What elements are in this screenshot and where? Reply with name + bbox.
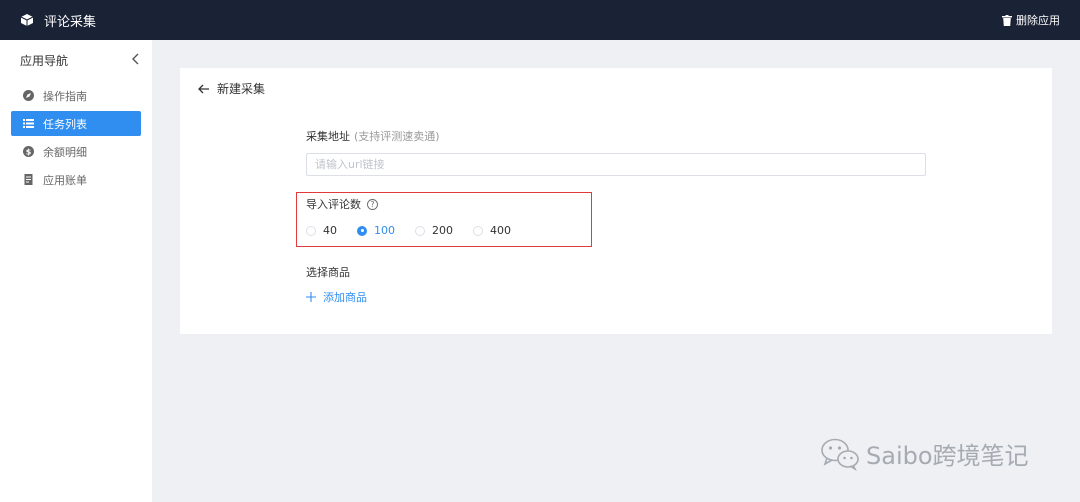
collection-form: 采集地址 (支持评测速卖通) 导入评论数 ? 40 100: [296, 128, 926, 304]
help-icon[interactable]: ?: [367, 198, 378, 210]
url-input[interactable]: [306, 153, 926, 176]
top-bar: 评论采集 删除应用: [0, 0, 1080, 40]
review-count-label-text: 导入评论数: [306, 198, 361, 211]
arrow-left-icon: [198, 84, 209, 93]
page-title: 新建采集: [217, 82, 266, 96]
wechat-icon: [821, 438, 859, 471]
sidebar-item-label: 余额明细: [43, 145, 87, 159]
radio-label: 200: [432, 224, 453, 237]
sidebar-item-guide[interactable]: 操作指南: [11, 83, 141, 108]
list-icon: [23, 118, 34, 129]
add-product-button[interactable]: 添加商品: [306, 289, 367, 305]
sidebar-heading-label: 应用导航: [20, 53, 69, 68]
radio-circle[interactable]: [306, 225, 316, 236]
dollar-icon: $: [23, 146, 34, 157]
svg-text:?: ?: [371, 200, 375, 209]
url-hint: (支持评测速卖通): [354, 130, 440, 143]
sidebar-heading: 应用导航: [0, 40, 152, 80]
review-count-group: 导入评论数 ? 40 100 200 400: [306, 196, 531, 237]
watermark: Saibo跨境笔记: [820, 436, 1029, 471]
radio-option-400[interactable]: 400: [473, 224, 511, 237]
app-title: 评论采集: [44, 14, 97, 30]
delete-app-button[interactable]: 删除应用: [1002, 0, 1060, 40]
sidebar-item-label: 任务列表: [43, 117, 87, 131]
new-collection-card: 新建采集 采集地址 (支持评测速卖通) 导入评论数 ? 40: [180, 68, 1052, 334]
radio-circle[interactable]: [473, 225, 483, 236]
svg-text:$: $: [26, 147, 32, 156]
radio-label: 40: [323, 224, 337, 237]
cube-icon: [20, 14, 34, 26]
url-label: 采集地址 (支持评测速卖通): [306, 128, 926, 144]
delete-app-label: 删除应用: [1016, 14, 1060, 27]
radio-option-100[interactable]: 100: [357, 224, 395, 237]
radio-option-200[interactable]: 200: [415, 224, 453, 237]
product-group: 选择商品 添加商品: [306, 264, 367, 305]
sidebar-item-bill[interactable]: 应用账单: [11, 167, 141, 192]
watermark-text: Saibo跨境笔记: [866, 442, 1029, 470]
url-label-text: 采集地址: [306, 130, 350, 143]
review-count-label: 导入评论数 ?: [306, 196, 531, 212]
sidebar-item-label: 操作指南: [43, 89, 87, 103]
radio-option-40[interactable]: 40: [306, 224, 337, 237]
compass-icon: [23, 90, 34, 101]
add-product-label: 添加商品: [323, 291, 367, 304]
bill-icon: [23, 174, 34, 185]
app-brand: 评论采集: [20, 11, 96, 30]
radio-circle[interactable]: [357, 225, 367, 236]
chevron-left-icon[interactable]: [130, 52, 142, 66]
trash-icon: [1002, 14, 1012, 26]
back-button[interactable]: 新建采集: [198, 80, 265, 97]
plus-icon: [306, 292, 316, 302]
sidebar: 应用导航 操作指南 任务列表 $ 余额明细 应用账单: [0, 40, 152, 502]
review-count-options: 40 100 200 400: [306, 224, 531, 237]
sidebar-item-tasks[interactable]: 任务列表: [11, 111, 141, 136]
radio-label: 400: [490, 224, 511, 237]
sidebar-item-label: 应用账单: [43, 173, 87, 187]
radio-circle[interactable]: [415, 225, 425, 236]
radio-label: 100: [374, 224, 395, 237]
product-label: 选择商品: [306, 266, 350, 279]
sidebar-item-balance[interactable]: $ 余额明细: [11, 139, 141, 164]
